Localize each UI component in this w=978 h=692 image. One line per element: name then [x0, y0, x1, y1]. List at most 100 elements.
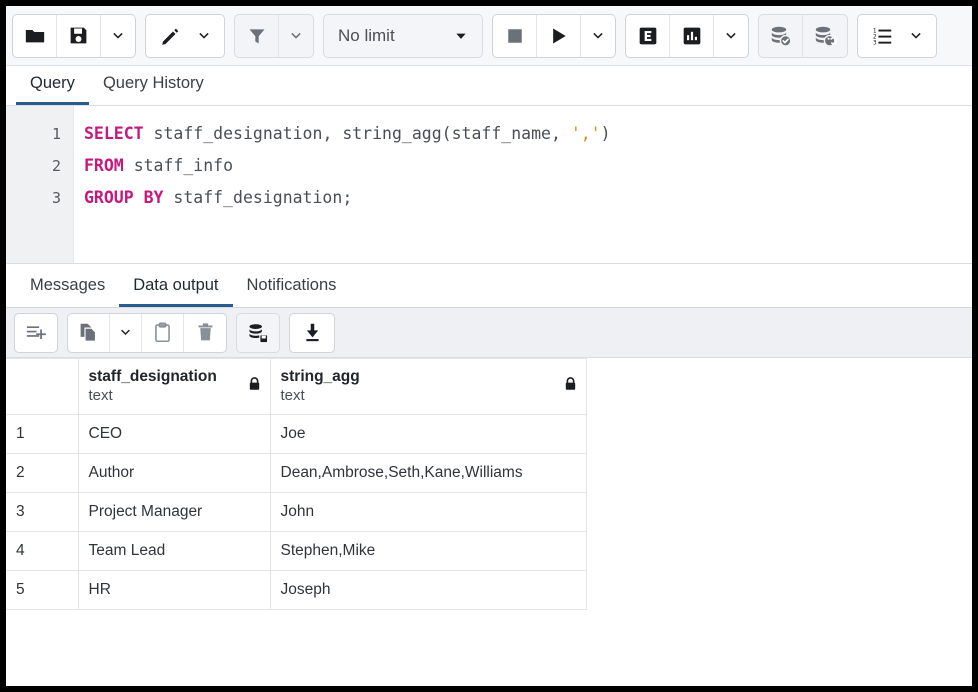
explain-analyze-button[interactable]	[670, 15, 714, 57]
query-toolbar: No limit	[6, 6, 972, 66]
cell-string-agg[interactable]: John	[270, 493, 586, 532]
explain-options-dropdown[interactable]	[714, 15, 748, 57]
filter-group	[234, 14, 314, 58]
stop-button[interactable]	[493, 15, 537, 57]
sql-token: string_agg	[342, 124, 441, 143]
svg-text:3: 3	[873, 39, 877, 46]
table-row[interactable]: 3Project ManagerJohn	[6, 493, 586, 532]
sql-token	[124, 156, 134, 175]
save-data-changes-button[interactable]	[237, 314, 279, 352]
result-grid-container[interactable]: staff_designation text string_agg text	[6, 358, 972, 686]
sql-token	[144, 124, 154, 143]
macros-dropdown[interactable]	[902, 15, 936, 57]
tab-messages[interactable]: Messages	[16, 276, 119, 307]
tab-query[interactable]: Query	[16, 74, 89, 105]
commit-button[interactable]	[759, 15, 803, 57]
transaction-group	[758, 14, 848, 58]
add-row-group	[14, 313, 58, 353]
lock-icon	[247, 375, 262, 392]
output-tab-bar: Messages Data output Notifications	[6, 264, 972, 308]
paste-button[interactable]	[142, 314, 184, 352]
macro-group: 1 2 3	[857, 14, 937, 58]
sql-editor[interactable]: 1 2 3 SELECT staff_designation, string_a…	[6, 106, 972, 264]
dropdown-triangle-icon	[454, 29, 468, 43]
save-data-group	[236, 313, 280, 353]
column-name: string_agg	[281, 367, 576, 386]
table-row[interactable]: 5HRJoseph	[6, 571, 586, 610]
table-row[interactable]: 2AuthorDean,Ambrose,Seth,Kane,Williams	[6, 454, 586, 493]
cell-string-agg[interactable]: Joe	[270, 415, 586, 454]
query-tab-bar: Query Query History	[6, 66, 972, 106]
open-file-button[interactable]	[13, 15, 57, 57]
cell-staff-designation[interactable]: Project Manager	[78, 493, 270, 532]
cell-string-agg[interactable]: Stephen,Mike	[270, 532, 586, 571]
sql-token: staff_designation	[173, 188, 342, 207]
column-header-string-agg[interactable]: string_agg text	[270, 359, 586, 415]
column-header-staff-designation[interactable]: staff_designation text	[78, 359, 270, 415]
cell-staff-designation[interactable]: Author	[78, 454, 270, 493]
cell-staff-designation[interactable]: HR	[78, 571, 270, 610]
cell-string-agg[interactable]: Dean,Ambrose,Seth,Kane,Williams	[270, 454, 586, 493]
sql-token: ,	[551, 124, 571, 143]
table-row[interactable]: 4Team LeadStephen,Mike	[6, 532, 586, 571]
row-number-cell: 2	[6, 454, 78, 493]
rollback-button[interactable]	[803, 15, 847, 57]
line-number: 3	[6, 182, 73, 214]
macros-button[interactable]: 1 2 3	[858, 15, 902, 57]
row-number-header	[6, 359, 78, 415]
filter-button[interactable]	[235, 15, 279, 57]
row-limit-select[interactable]: No limit	[323, 14, 483, 58]
edit-button[interactable]	[146, 15, 190, 57]
row-number-cell: 1	[6, 415, 78, 454]
tab-notifications[interactable]: Notifications	[233, 276, 351, 307]
explain-group	[625, 14, 749, 58]
sql-token: ;	[342, 188, 352, 207]
sql-line: GROUP BY staff_designation;	[84, 182, 972, 214]
filter-dropdown[interactable]	[279, 15, 313, 57]
sql-code[interactable]: SELECT staff_designation, string_agg(sta…	[74, 106, 972, 263]
sql-line: FROM staff_info	[84, 150, 972, 182]
execute-button[interactable]	[537, 15, 581, 57]
save-file-dropdown[interactable]	[101, 15, 135, 57]
execute-group	[492, 14, 616, 58]
row-number-cell: 5	[6, 571, 78, 610]
row-number-cell: 3	[6, 493, 78, 532]
cell-staff-designation[interactable]: CEO	[78, 415, 270, 454]
column-name: staff_designation	[89, 367, 260, 386]
copy-button[interactable]	[68, 314, 110, 352]
tab-query-history[interactable]: Query History	[89, 74, 218, 105]
column-type: text	[89, 386, 260, 406]
explain-button[interactable]	[626, 15, 670, 57]
edit-group	[145, 14, 225, 58]
delete-row-button[interactable]	[184, 314, 226, 352]
add-row-button[interactable]	[15, 314, 57, 352]
save-file-button[interactable]	[57, 15, 101, 57]
column-type: text	[281, 386, 576, 406]
line-number-gutter: 1 2 3	[6, 106, 74, 263]
sql-token: ','	[571, 124, 601, 143]
sql-token	[163, 188, 173, 207]
result-grid: staff_designation text string_agg text	[6, 358, 587, 610]
cell-string-agg[interactable]: Joseph	[270, 571, 586, 610]
query-tool-window: No limit	[6, 6, 972, 686]
sql-token: GROUP BY	[84, 188, 163, 207]
download-group	[289, 313, 335, 353]
sql-token: staff_designation	[154, 124, 323, 143]
sql-line: SELECT staff_designation, string_agg(sta…	[84, 118, 972, 150]
sql-token: staff_name	[452, 124, 551, 143]
data-output-toolbar	[6, 308, 972, 358]
sql-token: SELECT	[84, 124, 144, 143]
file-group	[12, 14, 136, 58]
table-row[interactable]: 1CEOJoe	[6, 415, 586, 454]
execute-dropdown[interactable]	[581, 15, 615, 57]
cell-staff-designation[interactable]: Team Lead	[78, 532, 270, 571]
row-limit-value: No limit	[338, 26, 395, 46]
edit-dropdown[interactable]	[190, 15, 224, 57]
sql-token: )	[601, 124, 611, 143]
copy-group	[67, 313, 227, 353]
download-csv-button[interactable]	[290, 314, 334, 352]
tab-data-output[interactable]: Data output	[119, 276, 232, 307]
sql-token: (	[442, 124, 452, 143]
line-number: 2	[6, 150, 73, 182]
copy-dropdown[interactable]	[110, 314, 142, 352]
